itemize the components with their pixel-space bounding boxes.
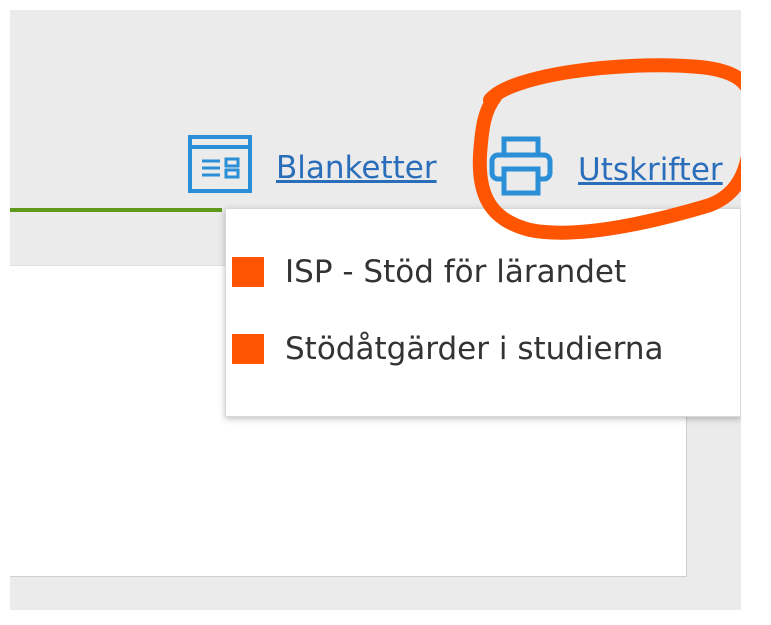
app-frame: Blanketter Utskrifter ISP - Stöd för lär… <box>10 10 741 610</box>
menu-item-stodatgarder[interactable]: Stödåtgärder i studierna <box>226 331 663 367</box>
menu-item-label: ISP - Stöd för lärandet <box>285 254 627 290</box>
menu-item-isp[interactable]: ISP - Stöd för lärandet <box>226 254 626 290</box>
printer-icon <box>488 135 554 205</box>
blanketter-label: Blanketter <box>276 150 437 186</box>
utskrifter-label: Utskrifter <box>578 152 723 188</box>
annotation-marker <box>232 334 264 364</box>
blanketter-link[interactable]: Blanketter <box>188 135 437 201</box>
active-tab-underline <box>10 208 222 212</box>
bottom-margin <box>0 610 771 625</box>
menu-item-label: Stödåtgärder i studierna <box>285 331 664 367</box>
form-icon <box>188 135 252 201</box>
right-margin <box>741 10 771 625</box>
utskrifter-dropdown-menu: ISP - Stöd för lärandet Stödåtgärder i s… <box>225 208 741 417</box>
annotation-marker <box>232 257 264 287</box>
utskrifter-link[interactable]: Utskrifter <box>488 135 723 205</box>
